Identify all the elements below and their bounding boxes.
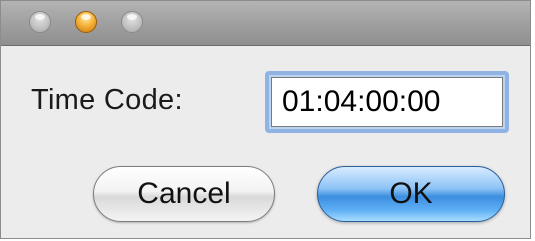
close-highlight bbox=[35, 14, 45, 20]
time-code-field-focus-ring bbox=[265, 71, 509, 133]
zoom-window-icon[interactable] bbox=[121, 11, 143, 33]
minimize-window-icon[interactable] bbox=[75, 11, 97, 33]
title-bar[interactable] bbox=[1, 1, 530, 46]
time-code-dialog: Time Code: Cancel OK bbox=[0, 0, 531, 239]
time-code-label: Time Code: bbox=[31, 84, 183, 116]
ok-button[interactable]: OK bbox=[317, 166, 505, 222]
zoom-highlight bbox=[127, 14, 137, 20]
cancel-button[interactable]: Cancel bbox=[93, 166, 275, 222]
minimize-highlight bbox=[81, 14, 91, 20]
close-window-icon[interactable] bbox=[29, 11, 51, 33]
time-code-input[interactable] bbox=[271, 77, 503, 127]
